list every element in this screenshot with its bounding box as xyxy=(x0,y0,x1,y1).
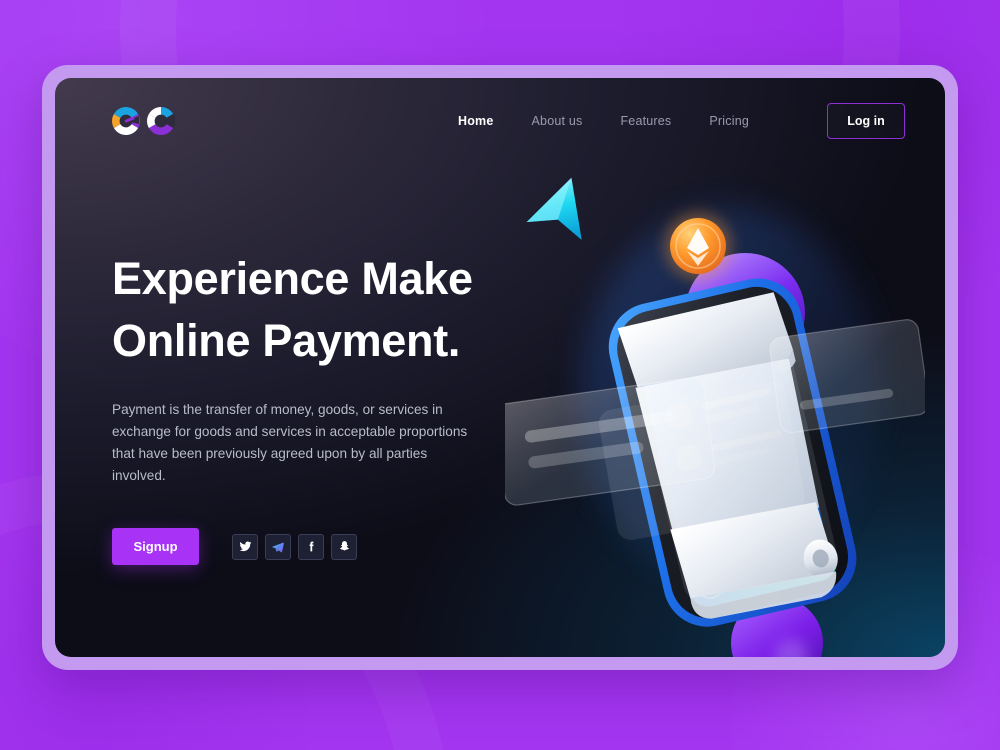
nav-link-features[interactable]: Features xyxy=(620,114,671,128)
hero-heading-line-2: Online Payment. xyxy=(112,315,461,367)
snapchat-ghost-glyph xyxy=(339,541,349,551)
nav-link-home[interactable]: Home xyxy=(458,114,494,128)
signup-button[interactable]: Signup xyxy=(112,528,199,566)
hero-heading-line-1: Experience Make xyxy=(112,253,473,304)
cyan-cursor-arrow xyxy=(526,177,582,241)
illustration-svg xyxy=(505,177,925,657)
glass-card-right xyxy=(769,319,925,434)
nav-links: Home About us Features Pricing Log in xyxy=(458,103,905,139)
navbar: Home About us Features Pricing Log in xyxy=(55,78,945,164)
hero-cta-row: Signup xyxy=(112,528,512,566)
snapchat-icon[interactable] xyxy=(331,533,357,560)
facebook-f-glyph xyxy=(309,541,313,552)
telegram-icon[interactable] xyxy=(265,533,291,560)
3d-payment-phone-illustration xyxy=(505,108,925,657)
ec-logo-mark-c xyxy=(147,107,175,135)
login-button[interactable]: Log in xyxy=(827,103,905,139)
ec-logo[interactable] xyxy=(109,104,178,138)
twitter-icon[interactable] xyxy=(232,533,258,560)
hero-content: Experience Make Online Payment. Payment … xyxy=(112,248,512,566)
hero-card: Home About us Features Pricing Log in Ex… xyxy=(55,78,945,657)
telegram-plane-glyph xyxy=(272,542,284,553)
hero-paragraph: Payment is the transfer of money, goods,… xyxy=(112,402,468,484)
ethereum-coin xyxy=(664,212,732,280)
twitter-bird-glyph xyxy=(239,541,251,552)
facebook-icon[interactable] xyxy=(298,533,324,560)
social-links xyxy=(232,533,357,560)
ec-logo-mark-e xyxy=(112,107,140,135)
page-frame: Home About us Features Pricing Log in Ex… xyxy=(42,65,958,670)
nav-link-pricing[interactable]: Pricing xyxy=(709,114,749,128)
hero-heading: Experience Make Online Payment. xyxy=(112,248,512,372)
nav-link-about-us[interactable]: About us xyxy=(532,114,583,128)
